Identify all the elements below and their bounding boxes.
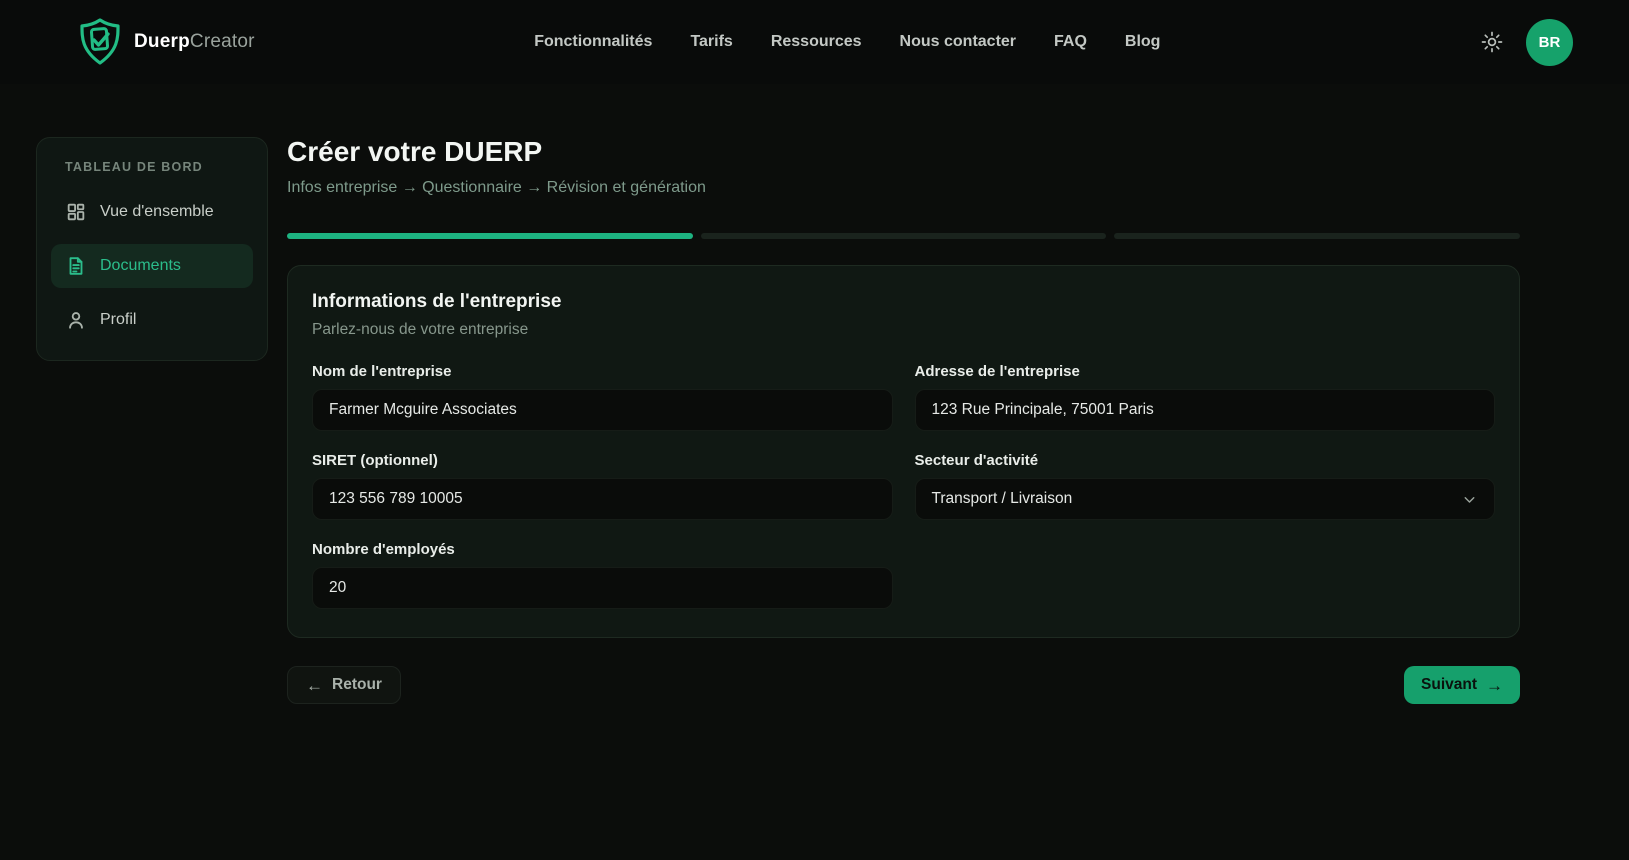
nav-link-blog[interactable]: Blog [1125,33,1161,51]
field-siret: SIRET (optionnel) [312,452,893,520]
next-button-label: Suivant [1421,676,1477,693]
main-panel: Créer votre DUERP Infos entreprise → Que… [287,136,1521,704]
step-progress-bar [287,233,1521,239]
back-button-label: Retour [332,676,382,693]
nav-link-contact[interactable]: Nous contacter [900,33,1016,51]
card-title: Informations de l'entreprise [312,291,562,312]
nav-link-faq[interactable]: FAQ [1054,33,1087,51]
sector-select[interactable]: Transport / Livraison [914,478,1495,520]
progress-segment-3 [1114,233,1521,239]
progress-segment-2 [700,233,1107,239]
field-company-name: Nom de l'entreprise [312,363,893,431]
next-button[interactable]: Suivant → [1404,666,1520,704]
dashboard-sidebar: TABLEAU DE BORD Vue d'ensemble Documents… [36,137,268,361]
user-icon [65,309,87,331]
progress-segment-1 [287,233,693,239]
sector-label: Secteur d'activité [914,452,1039,469]
brand-name-bold: Duerp [134,31,190,52]
document-icon [65,255,87,277]
sidebar-item-overview[interactable]: Vue d'ensemble [51,190,253,234]
sidebar-item-label: Profil [100,311,137,328]
arrow-left-icon: ← [306,675,323,695]
siret-label: SIRET (optionnel) [312,452,438,469]
company-info-form: Nom de l'entreprise Adresse de l'entrepr… [312,363,1495,609]
page-title: Créer votre DUERP [287,136,543,167]
address-input[interactable] [914,389,1495,431]
card-subtitle: Parlez-nous de votre entreprise [312,321,529,338]
main-nav: Fonctionnalités Tarifs Ressources Nous c… [215,33,1480,51]
content-area: TABLEAU DE BORD Vue d'ensemble Documents… [0,84,1629,704]
shield-check-logo-icon [78,17,124,67]
company-name-label: Nom de l'entreprise [312,363,452,380]
wizard-actions: ← Retour Suivant → [287,666,1520,704]
header-right-controls: BR [1480,18,1573,66]
company-name-input[interactable] [312,389,893,431]
employees-label: Nombre d'employés [312,541,455,558]
siret-input[interactable] [312,478,893,520]
chevron-down-icon [1461,491,1478,508]
address-label: Adresse de l'entreprise [914,363,1080,380]
employees-input[interactable] [312,567,893,609]
user-avatar[interactable]: BR [1526,18,1573,66]
nav-link-pricing[interactable]: Tarifs [690,33,732,51]
sidebar-item-label: Documents [100,257,181,274]
sidebar-section-title: TABLEAU DE BORD [65,160,203,174]
field-employees: Nombre d'employés [312,541,893,609]
nav-link-features[interactable]: Fonctionnalités [534,33,652,51]
field-sector: Secteur d'activité Transport / Livraison [914,452,1495,520]
sidebar-item-label: Vue d'ensemble [100,203,214,220]
step-breadcrumb: Infos entreprise → Questionnaire → Révis… [287,179,706,196]
nav-link-resources[interactable]: Ressources [771,33,862,51]
sector-selected-value: Transport / Livraison [931,490,1073,507]
top-header: DuerpCreator Fonctionnalités Tarifs Ress… [0,0,1629,84]
field-address: Adresse de l'entreprise [914,363,1495,431]
sidebar-item-documents[interactable]: Documents [51,244,253,288]
sidebar-item-profile[interactable]: Profil [51,298,253,342]
company-info-card: Informations de l'entreprise Parlez-nous… [287,265,1520,638]
arrow-right-icon: → [1486,675,1503,695]
back-button[interactable]: ← Retour [287,666,401,704]
sun-theme-toggle-icon[interactable] [1480,30,1504,54]
dashboard-grid-icon [65,201,87,223]
